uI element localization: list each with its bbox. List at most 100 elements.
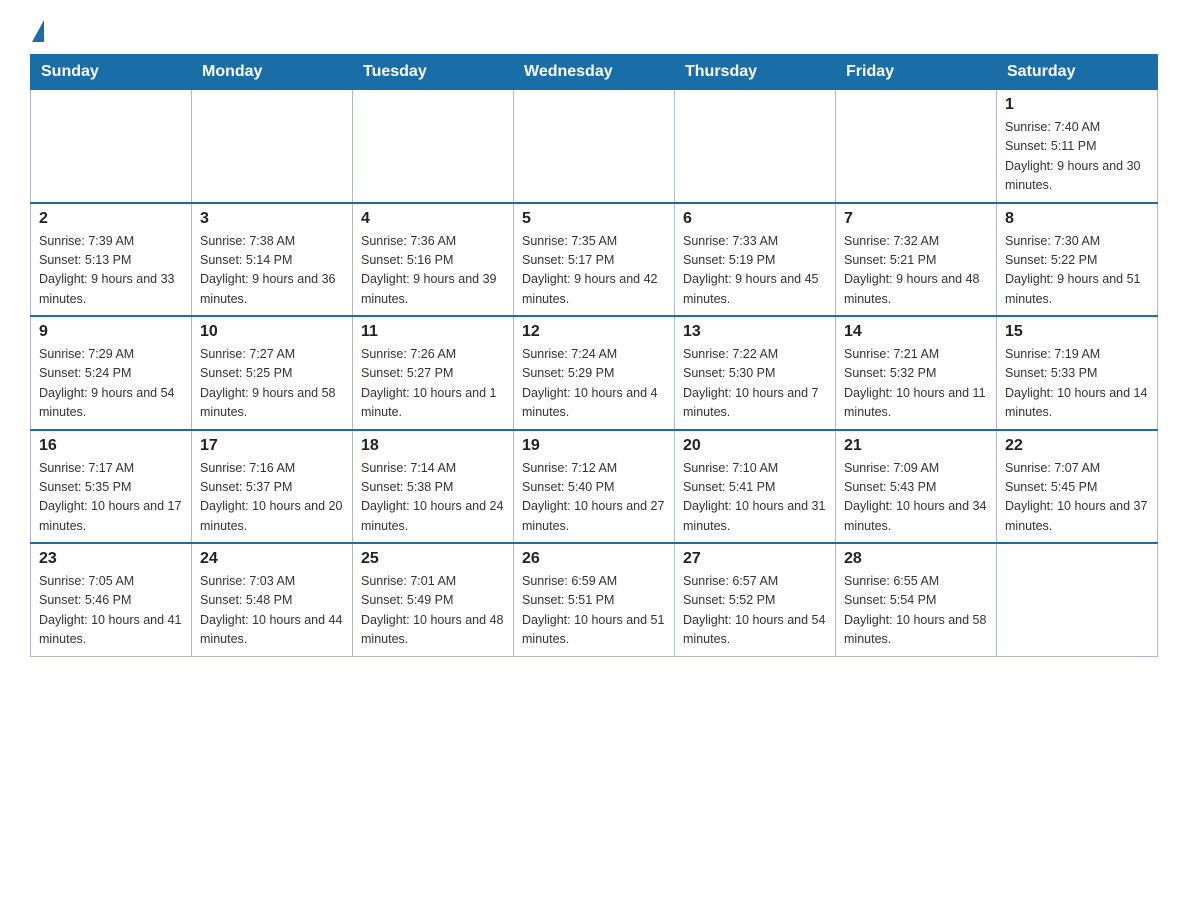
calendar-cell: 17 Sunrise: 7:16 AMSunset: 5:37 PMDayligh… bbox=[192, 430, 353, 544]
day-info: Sunrise: 7:05 AMSunset: 5:46 PMDaylight:… bbox=[39, 572, 183, 650]
calendar-week-row: 23Sunrise: 7:05 AMSunset: 5:46 PMDayligh… bbox=[31, 543, 1158, 656]
calendar-table: SundayMondayTuesdayWednesdayThursdayFrid… bbox=[30, 54, 1158, 657]
logo-triangle-icon bbox=[32, 20, 44, 42]
day-info: Sunrise: 6:55 AMSunset: 5:54 PMDaylight:… bbox=[844, 572, 988, 650]
calendar-cell: 15 Sunrise: 7:19 AMSunset: 5:33 PMDayligh… bbox=[997, 316, 1158, 430]
calendar-cell: 13Sunrise: 7:22 AMSunset: 5:30 PMDayligh… bbox=[675, 316, 836, 430]
day-info: Sunrise: 7:32 AMSunset: 5:21 PMDaylight:… bbox=[844, 232, 988, 310]
day-info: Sunrise: 6:59 AMSunset: 5:51 PMDaylight:… bbox=[522, 572, 666, 650]
day-info: Sunrise: 6:57 AMSunset: 5:52 PMDaylight:… bbox=[683, 572, 827, 650]
day-number: 14 bbox=[844, 323, 988, 341]
calendar-cell: 24 Sunrise: 7:03 AMSunset: 5:48 PMDayligh… bbox=[192, 543, 353, 656]
day-info: Sunrise: 7:38 AMSunset: 5:14 PMDaylight:… bbox=[200, 232, 344, 310]
calendar-cell: 1 Sunrise: 7:40 AMSunset: 5:11 PMDaylight… bbox=[997, 90, 1158, 203]
calendar-cell: 5 Sunrise: 7:35 AMSunset: 5:17 PMDaylight… bbox=[514, 203, 675, 317]
calendar-cell: 21 Sunrise: 7:09 AMSunset: 5:43 PMDayligh… bbox=[836, 430, 997, 544]
page-header bbox=[30, 20, 1158, 44]
day-info: Sunrise: 7:21 AMSunset: 5:32 PMDaylight:… bbox=[844, 345, 988, 423]
calendar-cell bbox=[997, 543, 1158, 656]
calendar-cell: 7 Sunrise: 7:32 AMSunset: 5:21 PMDaylight… bbox=[836, 203, 997, 317]
day-info: Sunrise: 7:03 AMSunset: 5:48 PMDaylight:… bbox=[200, 572, 344, 650]
day-info: Sunrise: 7:17 AMSunset: 5:35 PMDaylight:… bbox=[39, 459, 183, 537]
day-info: Sunrise: 7:40 AMSunset: 5:11 PMDaylight:… bbox=[1005, 118, 1149, 196]
day-info: Sunrise: 7:36 AMSunset: 5:16 PMDaylight:… bbox=[361, 232, 505, 310]
calendar-cell bbox=[675, 90, 836, 203]
day-number: 12 bbox=[522, 323, 666, 341]
day-number: 4 bbox=[361, 210, 505, 228]
day-number: 24 bbox=[200, 550, 344, 568]
calendar-cell: 20Sunrise: 7:10 AMSunset: 5:41 PMDayligh… bbox=[675, 430, 836, 544]
day-number: 3 bbox=[200, 210, 344, 228]
calendar-header-row: SundayMondayTuesdayWednesdayThursdayFrid… bbox=[31, 55, 1158, 90]
day-number: 9 bbox=[39, 323, 183, 341]
calendar-cell: 27 Sunrise: 6:57 AMSunset: 5:52 PMDayligh… bbox=[675, 543, 836, 656]
calendar-cell: 19 Sunrise: 7:12 AMSunset: 5:40 PMDayligh… bbox=[514, 430, 675, 544]
day-info: Sunrise: 7:26 AMSunset: 5:27 PMDaylight:… bbox=[361, 345, 505, 423]
day-info: Sunrise: 7:30 AMSunset: 5:22 PMDaylight:… bbox=[1005, 232, 1149, 310]
calendar-cell: 9 Sunrise: 7:29 AMSunset: 5:24 PMDaylight… bbox=[31, 316, 192, 430]
calendar-cell: 22 Sunrise: 7:07 AMSunset: 5:45 PMDayligh… bbox=[997, 430, 1158, 544]
day-number: 5 bbox=[522, 210, 666, 228]
day-number: 1 bbox=[1005, 96, 1149, 114]
calendar-cell: 6Sunrise: 7:33 AMSunset: 5:19 PMDaylight… bbox=[675, 203, 836, 317]
calendar-cell: 3 Sunrise: 7:38 AMSunset: 5:14 PMDaylight… bbox=[192, 203, 353, 317]
day-info: Sunrise: 7:16 AMSunset: 5:37 PMDaylight:… bbox=[200, 459, 344, 537]
calendar-cell: 4 Sunrise: 7:36 AMSunset: 5:16 PMDaylight… bbox=[353, 203, 514, 317]
day-info: Sunrise: 7:29 AMSunset: 5:24 PMDaylight:… bbox=[39, 345, 183, 423]
day-number: 2 bbox=[39, 210, 183, 228]
calendar-cell bbox=[836, 90, 997, 203]
day-info: Sunrise: 7:12 AMSunset: 5:40 PMDaylight:… bbox=[522, 459, 666, 537]
calendar-cell bbox=[31, 90, 192, 203]
day-number: 6 bbox=[683, 210, 827, 228]
calendar-cell: 18 Sunrise: 7:14 AMSunset: 5:38 PMDayligh… bbox=[353, 430, 514, 544]
weekday-header-sunday: Sunday bbox=[31, 55, 192, 90]
calendar-cell: 26 Sunrise: 6:59 AMSunset: 5:51 PMDayligh… bbox=[514, 543, 675, 656]
calendar-week-row: 16 Sunrise: 7:17 AMSunset: 5:35 PMDayligh… bbox=[31, 430, 1158, 544]
day-number: 16 bbox=[39, 437, 183, 455]
day-number: 19 bbox=[522, 437, 666, 455]
calendar-cell: 11 Sunrise: 7:26 AMSunset: 5:27 PMDayligh… bbox=[353, 316, 514, 430]
day-info: Sunrise: 7:09 AMSunset: 5:43 PMDaylight:… bbox=[844, 459, 988, 537]
day-number: 11 bbox=[361, 323, 505, 341]
calendar-cell bbox=[192, 90, 353, 203]
day-number: 17 bbox=[200, 437, 344, 455]
day-info: Sunrise: 7:07 AMSunset: 5:45 PMDaylight:… bbox=[1005, 459, 1149, 537]
day-info: Sunrise: 7:35 AMSunset: 5:17 PMDaylight:… bbox=[522, 232, 666, 310]
day-number: 26 bbox=[522, 550, 666, 568]
day-number: 8 bbox=[1005, 210, 1149, 228]
calendar-week-row: 1 Sunrise: 7:40 AMSunset: 5:11 PMDaylight… bbox=[31, 90, 1158, 203]
day-number: 25 bbox=[361, 550, 505, 568]
day-number: 21 bbox=[844, 437, 988, 455]
calendar-week-row: 2 Sunrise: 7:39 AMSunset: 5:13 PMDaylight… bbox=[31, 203, 1158, 317]
weekday-header-monday: Monday bbox=[192, 55, 353, 90]
weekday-header-wednesday: Wednesday bbox=[514, 55, 675, 90]
calendar-cell: 10 Sunrise: 7:27 AMSunset: 5:25 PMDayligh… bbox=[192, 316, 353, 430]
calendar-cell bbox=[353, 90, 514, 203]
day-info: Sunrise: 7:39 AMSunset: 5:13 PMDaylight:… bbox=[39, 232, 183, 310]
day-number: 10 bbox=[200, 323, 344, 341]
day-number: 7 bbox=[844, 210, 988, 228]
day-number: 22 bbox=[1005, 437, 1149, 455]
calendar-cell: 16 Sunrise: 7:17 AMSunset: 5:35 PMDayligh… bbox=[31, 430, 192, 544]
day-number: 28 bbox=[844, 550, 988, 568]
day-number: 18 bbox=[361, 437, 505, 455]
weekday-header-friday: Friday bbox=[836, 55, 997, 90]
day-info: Sunrise: 7:27 AMSunset: 5:25 PMDaylight:… bbox=[200, 345, 344, 423]
weekday-header-tuesday: Tuesday bbox=[353, 55, 514, 90]
weekday-header-saturday: Saturday bbox=[997, 55, 1158, 90]
day-info: Sunrise: 7:01 AMSunset: 5:49 PMDaylight:… bbox=[361, 572, 505, 650]
day-info: Sunrise: 7:10 AMSunset: 5:41 PMDaylight:… bbox=[683, 459, 827, 537]
calendar-cell: 8 Sunrise: 7:30 AMSunset: 5:22 PMDaylight… bbox=[997, 203, 1158, 317]
weekday-header-thursday: Thursday bbox=[675, 55, 836, 90]
day-info: Sunrise: 7:14 AMSunset: 5:38 PMDaylight:… bbox=[361, 459, 505, 537]
logo bbox=[30, 20, 46, 44]
calendar-cell: 25 Sunrise: 7:01 AMSunset: 5:49 PMDayligh… bbox=[353, 543, 514, 656]
calendar-cell: 12 Sunrise: 7:24 AMSunset: 5:29 PMDayligh… bbox=[514, 316, 675, 430]
day-number: 13 bbox=[683, 323, 827, 341]
day-number: 27 bbox=[683, 550, 827, 568]
day-info: Sunrise: 7:19 AMSunset: 5:33 PMDaylight:… bbox=[1005, 345, 1149, 423]
calendar-cell: 23Sunrise: 7:05 AMSunset: 5:46 PMDayligh… bbox=[31, 543, 192, 656]
day-number: 15 bbox=[1005, 323, 1149, 341]
day-info: Sunrise: 7:24 AMSunset: 5:29 PMDaylight:… bbox=[522, 345, 666, 423]
calendar-cell: 28 Sunrise: 6:55 AMSunset: 5:54 PMDayligh… bbox=[836, 543, 997, 656]
